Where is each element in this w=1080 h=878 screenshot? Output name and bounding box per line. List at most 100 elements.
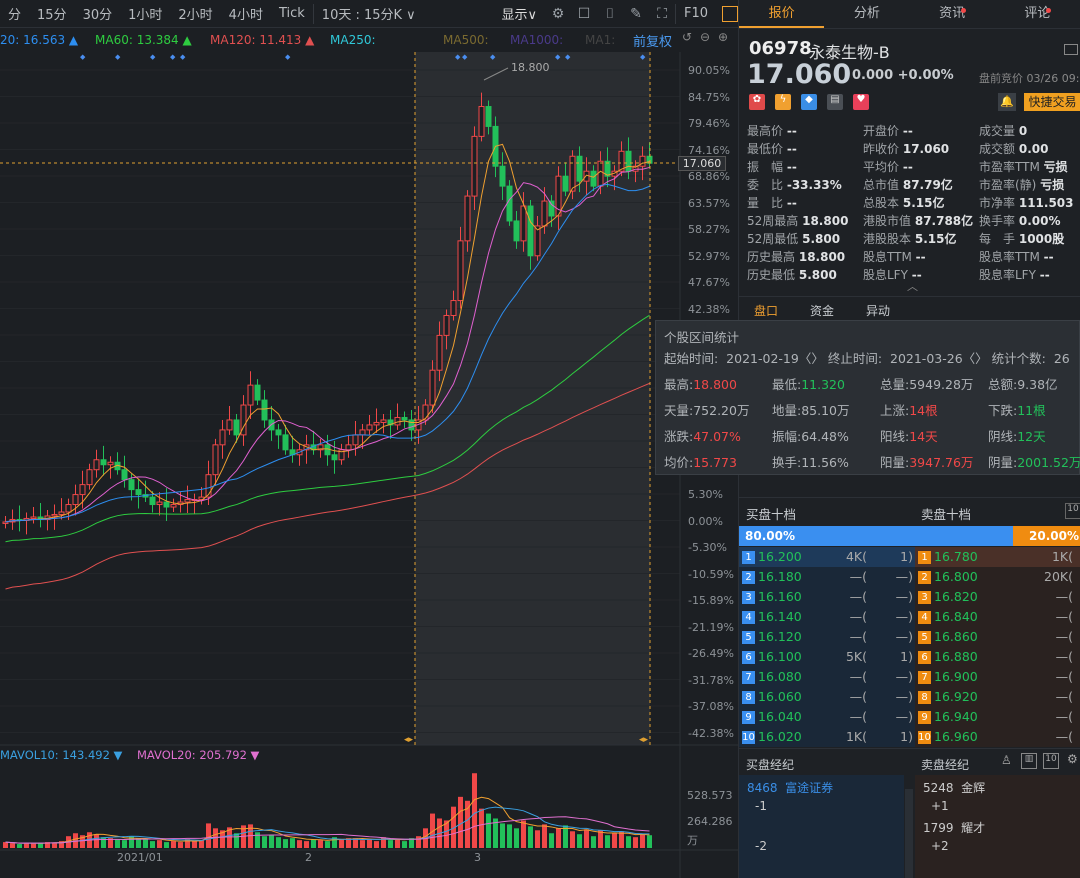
ask-level[interactable]: 3 16.820 —( bbox=[915, 587, 1080, 607]
ask-level[interactable]: 8 16.920 —( bbox=[915, 687, 1080, 707]
candle-body bbox=[163, 501, 170, 508]
volume-bar bbox=[486, 813, 491, 848]
start-date-stepper[interactable]: 〈〉 bbox=[799, 351, 824, 366]
timeframe-1[interactable]: 15分 bbox=[29, 4, 75, 23]
broker-entry[interactable]: 5248 金辉 bbox=[923, 779, 985, 796]
y-tick: 42.38% bbox=[688, 302, 730, 316]
camera-icon[interactable]: ⌷ bbox=[601, 6, 619, 22]
end-date[interactable]: 2021-03-26 bbox=[890, 351, 963, 366]
timeframe-2[interactable]: 30分 bbox=[75, 4, 121, 23]
range-select[interactable]: 10天 : 15分K ∨ bbox=[314, 4, 424, 23]
broker-entry[interactable]: 8468 富途证券 bbox=[747, 779, 833, 796]
start-date[interactable]: 2021-02-19 bbox=[726, 351, 799, 366]
hk-flag-icon[interactable]: ✿ bbox=[749, 94, 765, 110]
timeframe-4[interactable]: 2小时 bbox=[170, 4, 220, 23]
adjust-toggle[interactable]: 前复权 bbox=[633, 31, 672, 50]
panel-toggle-icon[interactable] bbox=[722, 5, 738, 22]
volume-bar bbox=[164, 842, 169, 848]
volume-bar bbox=[633, 837, 638, 848]
collapse-icon[interactable] bbox=[1064, 44, 1078, 55]
candle-body bbox=[100, 459, 107, 466]
lightning-icon[interactable]: ϟ bbox=[775, 94, 791, 110]
bid-level[interactable]: 3 16.160 —(—) bbox=[739, 587, 915, 607]
ask-level[interactable]: 2 16.800 20K( bbox=[915, 567, 1080, 587]
subtab-1[interactable]: 资金 bbox=[810, 302, 834, 319]
bid-level[interactable]: 2 16.180 —(—) bbox=[739, 567, 915, 587]
broker-entry[interactable]: +2 bbox=[931, 839, 949, 853]
y-tick: 47.67% bbox=[688, 276, 730, 289]
quick-trade-button[interactable]: 快捷交易 bbox=[1024, 93, 1080, 111]
candle-body bbox=[170, 504, 177, 508]
depth-10-button[interactable]: 10 bbox=[1065, 503, 1080, 519]
tab-2[interactable]: 资讯 bbox=[910, 0, 995, 28]
ask-level[interactable]: 7 16.900 —( bbox=[915, 667, 1080, 687]
settings-icon[interactable]: ⚙ bbox=[549, 6, 567, 22]
subtab-2[interactable]: 异动 bbox=[866, 302, 890, 319]
bid-level[interactable]: 7 16.080 —(—) bbox=[739, 667, 915, 687]
f10-button[interactable]: F10 bbox=[676, 6, 716, 21]
tab-3[interactable]: 评论 bbox=[995, 0, 1080, 28]
broker-entry[interactable]: -1 bbox=[755, 799, 767, 813]
volume-bar bbox=[269, 835, 274, 848]
orderbook-header: 买盘十档 卖盘十档 10 bbox=[739, 497, 1080, 523]
zoom-out-icon[interactable]: ⊖ bbox=[700, 30, 710, 44]
candle-body bbox=[86, 469, 93, 486]
broker-scrollbar[interactable] bbox=[905, 789, 913, 878]
ask-level[interactable]: 10 16.960 —( bbox=[915, 727, 1080, 747]
end-date-stepper[interactable]: 〈〉 bbox=[963, 351, 988, 366]
bid-level[interactable]: 4 16.140 —(—) bbox=[739, 607, 915, 627]
alert-bell-icon[interactable]: 🔔 bbox=[998, 93, 1016, 111]
undo-icon[interactable]: ↺ bbox=[682, 30, 692, 44]
mavol20-value: MAVOL20: 205.792 ▼ bbox=[137, 748, 260, 762]
collapse-chevron-icon[interactable]: ︿ bbox=[907, 278, 918, 294]
tag-icon[interactable]: ◆ bbox=[801, 94, 817, 110]
broker-entry[interactable]: +1 bbox=[931, 799, 949, 813]
favorite-heart-icon[interactable]: ♥ bbox=[853, 94, 869, 110]
ask-level[interactable]: 4 16.840 —( bbox=[915, 607, 1080, 627]
tab-0[interactable]: 报价 bbox=[739, 0, 825, 28]
timeframe-3[interactable]: 1小时 bbox=[120, 4, 170, 23]
candle-body bbox=[156, 501, 163, 506]
volume-bar bbox=[500, 823, 505, 848]
depth-10-broker-button[interactable]: 10 bbox=[1043, 753, 1059, 769]
note-icon[interactable]: ▤ bbox=[827, 94, 843, 110]
candle-body bbox=[51, 513, 58, 517]
ask-level[interactable]: 1 16.780 1K( bbox=[915, 547, 1080, 567]
quote-stat: 港股股本 5.15亿 bbox=[863, 232, 957, 246]
x-label-jan: 2021/01 bbox=[117, 851, 163, 864]
pencil-icon[interactable]: ✎ bbox=[627, 6, 645, 22]
candle-body bbox=[625, 150, 632, 172]
candle-body bbox=[128, 479, 135, 491]
volume-bar bbox=[647, 835, 652, 848]
y-tick: 0.00% bbox=[688, 514, 723, 528]
ask-level[interactable]: 9 16.940 —( bbox=[915, 707, 1080, 727]
candle-body bbox=[443, 314, 450, 336]
tab-1[interactable]: 分析 bbox=[824, 0, 909, 28]
volume-bar bbox=[192, 841, 197, 848]
settings-gear-icon[interactable]: ⚙ bbox=[1067, 752, 1078, 766]
ask-level[interactable]: 6 16.880 —( bbox=[915, 647, 1080, 667]
timeframe-0[interactable]: 分 bbox=[0, 4, 29, 23]
bid-level[interactable]: 10 16.020 1K(1) bbox=[739, 727, 915, 747]
bid-level[interactable]: 1 16.200 4K(1) bbox=[739, 547, 915, 567]
timeframe-6[interactable]: Tick bbox=[271, 6, 313, 21]
ask-level[interactable]: 5 16.860 —( bbox=[915, 627, 1080, 647]
person-icon[interactable]: ♙ bbox=[1001, 753, 1012, 767]
layout-icon[interactable]: ☐ bbox=[575, 6, 593, 22]
subtab-0[interactable]: 盘口 bbox=[754, 302, 778, 319]
bid-broker-list: 8468 富途证券 -1 -2 bbox=[739, 775, 904, 878]
volume-bar bbox=[479, 808, 484, 848]
broker-entry[interactable]: -2 bbox=[755, 839, 767, 853]
fullscreen-icon[interactable]: ⛶ bbox=[653, 6, 671, 22]
bid-level[interactable]: 8 16.060 —(—) bbox=[739, 687, 915, 707]
quote-stat: 历史最低 5.800 bbox=[747, 268, 837, 282]
bid-level[interactable]: 5 16.120 —(—) bbox=[739, 627, 915, 647]
timeframe-5[interactable]: 4小时 bbox=[221, 4, 271, 23]
bid-level[interactable]: 9 16.040 —(—) bbox=[739, 707, 915, 727]
bid-level[interactable]: 6 16.100 5K(1) bbox=[739, 647, 915, 667]
columns-icon[interactable]: ▥ bbox=[1021, 753, 1037, 769]
zoom-in-icon[interactable]: ⊕ bbox=[718, 30, 728, 44]
display-menu[interactable]: 显示∨ bbox=[493, 4, 545, 23]
event-marker: ◆ bbox=[640, 53, 646, 61]
broker-entry[interactable]: 1799 耀才 bbox=[923, 819, 985, 836]
